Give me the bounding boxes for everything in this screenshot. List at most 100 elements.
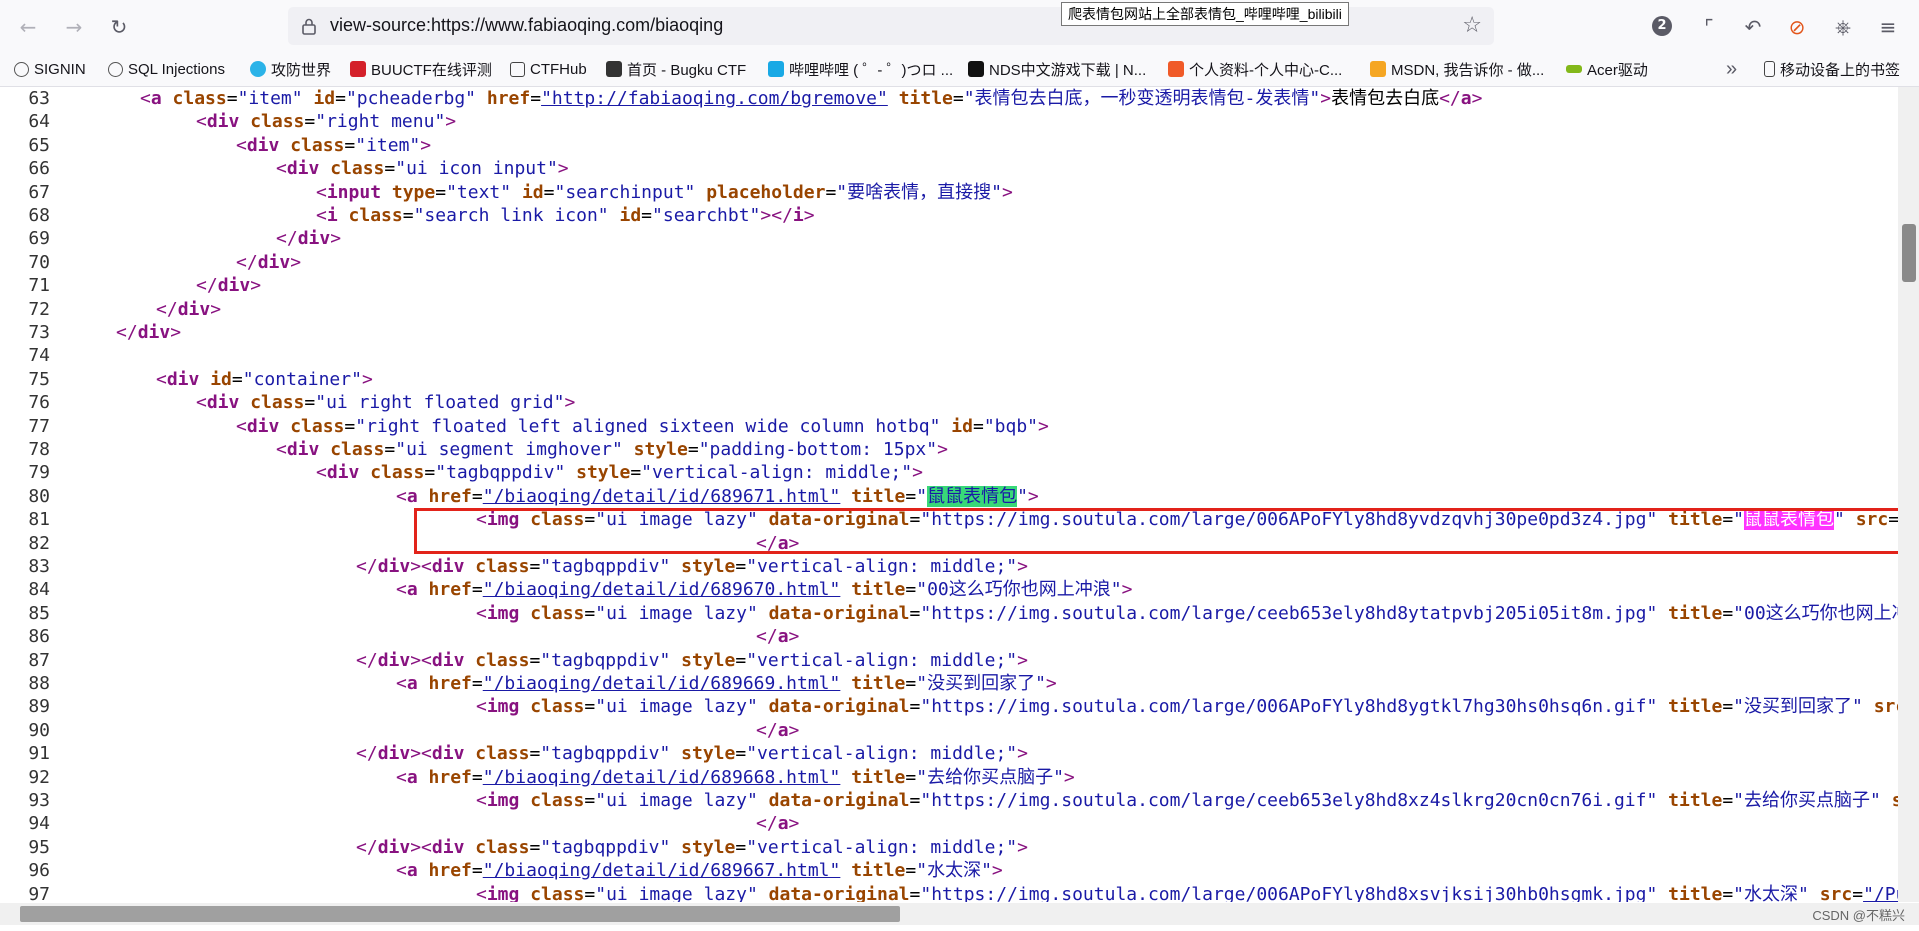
line-number: 69 xyxy=(28,228,50,250)
globe-icon xyxy=(14,61,29,77)
line-number: 73 xyxy=(28,322,50,343)
line-number: 82 xyxy=(28,532,50,554)
bookmark-item[interactable]: NDS中文游戏下载 | N... xyxy=(968,58,1146,80)
buu-icon xyxy=(350,61,366,77)
line-number: 63 xyxy=(28,88,50,109)
source-code: <div class="ui icon input"> xyxy=(276,158,569,180)
overflow-chevron-icon[interactable]: » xyxy=(1726,58,1737,80)
source-code: </div> xyxy=(236,251,302,273)
bookmark-item[interactable]: 移动设备上的书签 xyxy=(1764,58,1900,80)
source-code: <div id="container"> xyxy=(156,368,373,390)
line-number: 66 xyxy=(28,158,50,180)
line-number: 81 xyxy=(28,509,50,531)
csdn-icon xyxy=(1168,61,1184,77)
extension-badge[interactable]: 2 xyxy=(1652,16,1672,36)
source-view[interactable]: 63 <a class="item" id="pcheaderbg" href="… xyxy=(0,87,1898,902)
source-code: <a href="/biaoqing/detail/id/689670.html… xyxy=(396,579,1133,601)
line-number: 77 xyxy=(28,415,50,437)
source-code: </div><div class="tagbqppdiv" style="ver… xyxy=(356,556,1028,577)
bookmark-item[interactable]: 首页 - Bugku CTF xyxy=(606,58,746,80)
line-number: 68 xyxy=(28,205,50,226)
source-code: </a> xyxy=(756,626,800,648)
lock-icon xyxy=(302,18,316,35)
bookmark-item[interactable]: MSDN, 我告诉你 - 做... xyxy=(1370,58,1544,80)
highlight-box xyxy=(414,508,1904,554)
blocker-extension-icon[interactable]: ⊘ xyxy=(1783,13,1811,41)
bookmark-item[interactable]: SIGNIN xyxy=(14,58,86,80)
line-number: 71 xyxy=(28,275,50,297)
source-code: <a href="/biaoqing/detail/id/689671.html… xyxy=(396,485,1039,507)
source-code: <img class="ui image lazy" data-original… xyxy=(476,883,1898,902)
source-code: </a> xyxy=(756,813,800,835)
line-number: 67 xyxy=(28,181,50,203)
source-code: </div> xyxy=(196,275,262,297)
source-code: </div><div class="tagbqppdiv" style="ver… xyxy=(356,836,1028,858)
bookmark-item[interactable]: SQL Injections xyxy=(108,58,225,80)
source-code: <div class="ui right floated grid"> xyxy=(196,392,576,414)
bookmark-item[interactable]: CTFHub xyxy=(510,58,587,80)
line-number: 64 xyxy=(28,111,50,133)
extensions-puzzle-icon[interactable]: ⎈ xyxy=(1829,13,1857,41)
source-code: <div class="right floated left aligned s… xyxy=(236,415,1049,437)
menu-hamburger-icon[interactable]: ≡ xyxy=(1874,13,1902,41)
line-number: 85 xyxy=(28,602,50,624)
line-number: 95 xyxy=(28,836,50,858)
source-code: <div class="item"> xyxy=(236,134,432,156)
line-number: 88 xyxy=(28,673,50,694)
undo-icon[interactable]: ↶ xyxy=(1739,13,1767,41)
forward-arrow-icon[interactable]: → xyxy=(60,13,88,41)
flag-icon xyxy=(606,61,622,77)
line-number: 86 xyxy=(28,626,50,648)
source-code: <a class="item" id="pcheaderbg" href="ht… xyxy=(140,88,1483,109)
source-code: <div class="tagbqppdiv" style="vertical-… xyxy=(316,462,923,484)
globe-icon xyxy=(108,61,123,77)
line-number: 74 xyxy=(28,345,50,367)
browser-toolbar: ← → ↻ view-source:https://www.fabiaoqing… xyxy=(0,0,1919,52)
source-code: </div> xyxy=(276,228,342,250)
source-code: </div><div class="tagbqppdiv" style="ver… xyxy=(356,743,1028,765)
source-code: </a> xyxy=(756,719,800,741)
bookmark-item[interactable]: 个人资料-个人中心-C... xyxy=(1168,58,1342,80)
source-code: </div> xyxy=(116,322,182,343)
reload-icon[interactable]: ↻ xyxy=(105,13,133,41)
source-code: <a href="/biaoqing/detail/id/689668.html… xyxy=(396,766,1075,788)
source-code: <a href="/biaoqing/detail/id/689669.html… xyxy=(396,673,1057,694)
horizontal-scrollbar[interactable] xyxy=(0,903,1919,925)
line-number: 91 xyxy=(28,743,50,765)
bookmark-star-icon[interactable]: ☆ xyxy=(1462,13,1482,38)
acer-icon xyxy=(1566,65,1582,73)
back-arrow-icon[interactable]: ← xyxy=(14,13,42,41)
bookmark-item[interactable]: BUUCTF在线评测 xyxy=(350,58,492,80)
tab-title-tooltip: 爬表情包网站上全部表情包_哔哩哔哩_bilibili xyxy=(1061,2,1349,26)
bilibili-icon xyxy=(768,61,784,77)
mobile-icon xyxy=(1764,61,1775,77)
line-number: 79 xyxy=(28,462,50,484)
source-code: <img class="ui image lazy" data-original… xyxy=(476,790,1898,811)
ctfhub-icon xyxy=(510,61,525,77)
msdn-icon xyxy=(1370,61,1386,77)
bookmark-item[interactable]: Acer驱动 xyxy=(1566,58,1648,80)
line-number: 65 xyxy=(28,134,50,156)
line-number: 76 xyxy=(28,392,50,414)
url-text: view-source:https://www.fabiaoqing.com/b… xyxy=(330,15,724,35)
bookmark-item[interactable]: 哔哩哔哩 ( ゜- ゜)つロ ... xyxy=(768,58,953,80)
horizontal-scroll-thumb[interactable] xyxy=(20,906,900,922)
swirl-icon xyxy=(250,61,266,77)
line-number: 78 xyxy=(28,439,50,460)
vertical-scroll-thumb[interactable] xyxy=(1902,224,1916,282)
source-code: <div class="ui segment imghover" style="… xyxy=(276,439,948,460)
line-number: 93 xyxy=(28,790,50,811)
screenshot-crop-icon[interactable]: ⌜ xyxy=(1695,13,1723,41)
nds-icon xyxy=(968,61,984,77)
source-code: <img class="ui image lazy" data-original… xyxy=(476,696,1898,718)
bookmark-item[interactable]: 攻防世界 xyxy=(250,58,331,80)
source-code: <input type="text" id="searchinput" plac… xyxy=(316,181,1013,203)
watermark: CSDN @不糕兴 xyxy=(1812,908,1905,923)
line-number: 84 xyxy=(28,579,50,601)
vertical-scrollbar[interactable] xyxy=(1898,87,1919,902)
line-number: 96 xyxy=(28,860,50,882)
line-number: 70 xyxy=(28,251,50,273)
bookmarks-bar: SIGNIN SQL Injections 攻防世界 BUUCTF在线评测 CT… xyxy=(0,52,1919,87)
source-code: <img class="ui image lazy" data-original… xyxy=(476,602,1898,624)
line-number: 80 xyxy=(28,485,50,507)
